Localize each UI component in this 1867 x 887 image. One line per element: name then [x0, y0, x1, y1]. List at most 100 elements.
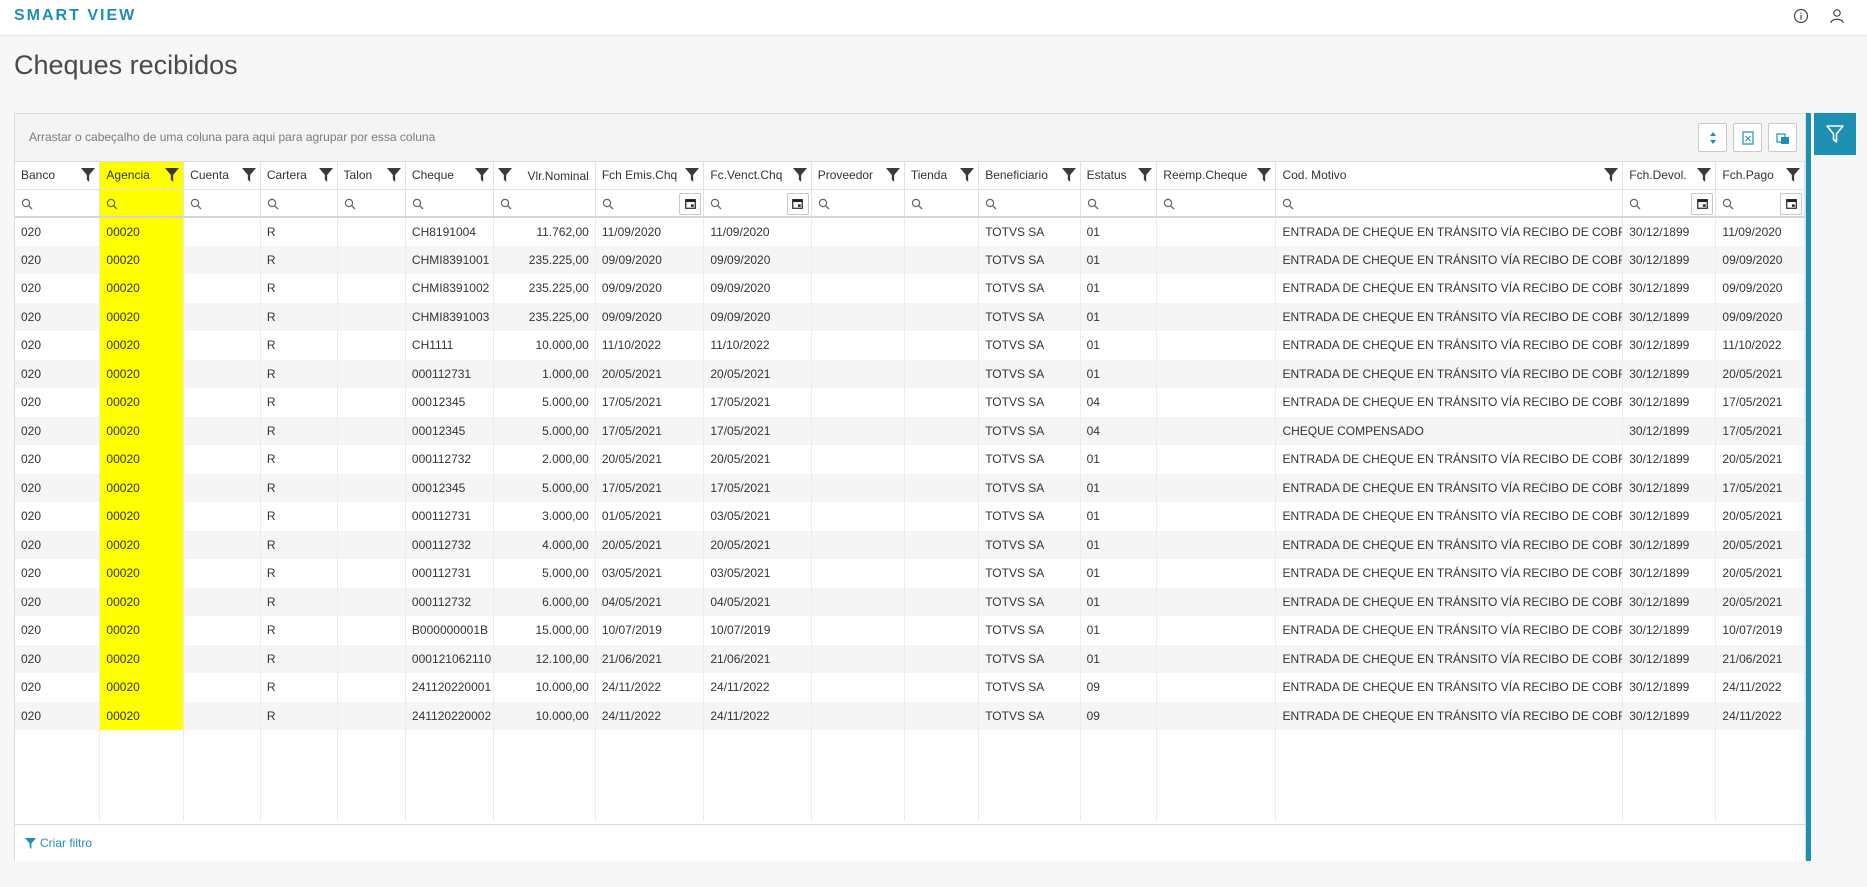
filter-cell-beneficiario[interactable]: [978, 189, 1081, 218]
filter-icon[interactable]: [885, 168, 900, 182]
cell-beneficiario: TOTVS SA: [978, 388, 1081, 417]
cell-proveedor: [811, 502, 905, 531]
calendar-icon[interactable]: [1780, 192, 1802, 215]
column-header-reemp-cheque[interactable]: Reemp.Cheque: [1156, 162, 1277, 190]
column-header-fch-pago[interactable]: Fch.Pago: [1715, 162, 1805, 190]
create-filter-label: Criar filtro: [40, 836, 93, 850]
table-row[interactable]: 020 00020 R 241120220002 10.000,00 24/11/2022…: [15, 701, 1805, 730]
filter-icon[interactable]: [792, 168, 807, 182]
table-row[interactable]: 020 00020 R CH1111 10.000,00 11/10/2022 11/10/…: [15, 331, 1805, 360]
filter-panel-button[interactable]: [1814, 113, 1856, 155]
filter-icon[interactable]: [1138, 168, 1153, 182]
filter-cell-fch-devol[interactable]: [1622, 189, 1717, 218]
export-button[interactable]: [1768, 123, 1797, 152]
filter-icon[interactable]: [165, 168, 180, 182]
filter-cell-estatus[interactable]: [1080, 189, 1158, 218]
column-header-agencia[interactable]: Agencia: [99, 162, 185, 190]
filter-cell-vlr-nominal[interactable]: [493, 189, 596, 218]
column-header-cuenta[interactable]: Cuenta: [183, 162, 261, 190]
table-row[interactable]: 020 00020 R CHMI8391002 235.225,00 09/09/2020…: [15, 274, 1805, 303]
empty-cell: [99, 730, 185, 821]
table-row[interactable]: 020 00020 R 00012345 5.000,00 17/05/2021 17/05…: [15, 388, 1805, 417]
calendar-icon[interactable]: [679, 192, 702, 215]
table-row[interactable]: 020 00020 R 000112732 2.000,00 20/05/2021 20/0…: [15, 445, 1805, 474]
filter-icon[interactable]: [1697, 168, 1712, 182]
calendar-icon[interactable]: [786, 192, 809, 215]
filter-cell-cartera[interactable]: [260, 189, 338, 218]
table-row[interactable]: 020 00020 R CHMI8391003 235.225,00 09/09/2020…: [15, 302, 1805, 331]
column-header-banco[interactable]: Banco: [15, 162, 101, 190]
filter-icon[interactable]: [1061, 168, 1076, 182]
filter-cell-talon[interactable]: [337, 189, 406, 218]
table-row[interactable]: 020 00020 R CHMI8391001 235.225,00 09/09/2020…: [15, 245, 1805, 274]
filter-icon[interactable]: [386, 168, 401, 182]
cell-tienda: [904, 644, 980, 673]
cell-agencia: 00020: [99, 359, 185, 388]
empty-cell: [1275, 730, 1624, 821]
cell-talon: [337, 274, 406, 303]
table-row[interactable]: 020 00020 R 00012345 5.000,00 17/05/2021 17/05…: [15, 473, 1805, 502]
group-panel[interactable]: Arrastar o cabeçalho de uma coluna para …: [15, 114, 1805, 162]
column-header-cheque[interactable]: Cheque: [405, 162, 495, 190]
filter-cell-cod-motivo[interactable]: [1275, 189, 1624, 218]
column-header-fch-emis-chq[interactable]: Fch Emis.Chq: [595, 162, 705, 190]
column-header-fc-venct-chq[interactable]: Fc.Venct.Chq: [703, 162, 812, 190]
column-header-tienda[interactable]: Tienda: [904, 162, 980, 190]
table-row[interactable]: 020 00020 R B000000001B 15.000,00 10/07/2019 1…: [15, 616, 1805, 645]
column-header-estatus[interactable]: Estatus: [1080, 162, 1158, 190]
filter-icon[interactable]: [1257, 168, 1272, 182]
export-excel-button[interactable]: [1733, 123, 1762, 152]
cell-cheque: CHMI8391002: [405, 274, 495, 303]
filter-icon[interactable]: [960, 168, 975, 182]
info-icon[interactable]: [1793, 8, 1809, 24]
filter-cell-cuenta[interactable]: [183, 189, 261, 218]
table-row[interactable]: 020 00020 R 000112732 4.000,00 20/05/2021 20/0…: [15, 530, 1805, 559]
table-row[interactable]: 020 00020 R 241120220001 10.000,00 24/11/2022…: [15, 673, 1805, 702]
table-row[interactable]: 020 00020 R 000112731 3.000,00 01/05/2021 03/0…: [15, 502, 1805, 531]
column-header-cod-motivo[interactable]: Cod. Motivo: [1275, 162, 1624, 190]
table-row[interactable]: 020 00020 R 000112731 1.000,00 20/05/2021 20/0…: [15, 359, 1805, 388]
cell-fch-emis-chq: 10/07/2019: [595, 616, 705, 645]
cell-cartera: R: [260, 445, 338, 474]
filter-cell-proveedor[interactable]: [811, 189, 905, 218]
cell-vlr-nominal: 6.000,00: [493, 587, 596, 616]
search-icon: [1282, 198, 1294, 210]
filter-icon[interactable]: [318, 168, 333, 182]
filter-cell-banco[interactable]: [15, 189, 101, 218]
filter-cell-cheque[interactable]: [405, 189, 495, 218]
column-header-talon[interactable]: Talon: [337, 162, 406, 190]
filter-cell-fch-pago[interactable]: [1715, 189, 1805, 218]
column-header-proveedor[interactable]: Proveedor: [811, 162, 905, 190]
filter-icon[interactable]: [1604, 168, 1619, 182]
user-icon[interactable]: [1829, 8, 1845, 24]
filter-cell-fc-venct-chq[interactable]: [703, 189, 812, 218]
filter-cell-agencia[interactable]: [99, 189, 185, 218]
filter-icon[interactable]: [475, 168, 490, 182]
app-brand: SMART VIEW: [14, 7, 137, 24]
table-row[interactable]: 020 00020 R 000121062110 12.100,00 21/06/2021…: [15, 644, 1805, 673]
cell-vlr-nominal: 5.000,00: [493, 473, 596, 502]
column-header-cartera[interactable]: Cartera: [260, 162, 338, 190]
table-row[interactable]: 020 00020 R 000112732 6.000,00 04/05/2021 04/0…: [15, 587, 1805, 616]
filter-cell-fch-emis-chq[interactable]: [595, 189, 705, 218]
cell-proveedor: [811, 701, 905, 730]
table-row[interactable]: 020 00020 R CH8191004 11.762,00 11/09/2020 11/…: [15, 217, 1805, 246]
column-chooser-button[interactable]: [1698, 123, 1727, 152]
cell-agencia: 00020: [99, 331, 185, 360]
create-filter-link[interactable]: Criar filtro: [25, 836, 92, 850]
table-row[interactable]: 020 00020 R 00012345 5.000,00 17/05/2021 17/05…: [15, 416, 1805, 445]
calendar-icon[interactable]: [1691, 192, 1714, 215]
column-header-beneficiario[interactable]: Beneficiario: [978, 162, 1081, 190]
cell-cuenta: [183, 530, 261, 559]
filter-icon[interactable]: [241, 168, 256, 182]
filter-icon[interactable]: [685, 168, 700, 182]
table-row[interactable]: 020 00020 R 000112731 5.000,00 03/05/2021 03/0…: [15, 559, 1805, 588]
filter-cell-tienda[interactable]: [904, 189, 980, 218]
filter-icon[interactable]: [81, 168, 96, 182]
filter-icon[interactable]: [1786, 168, 1800, 182]
cell-tienda: [904, 530, 980, 559]
column-header-fch-devol[interactable]: Fch.Devol.: [1622, 162, 1717, 190]
column-header-vlr-nominal[interactable]: Vlr.Nominal: [493, 162, 596, 190]
filter-cell-reemp-cheque[interactable]: [1156, 189, 1277, 218]
filter-icon[interactable]: [498, 168, 513, 182]
